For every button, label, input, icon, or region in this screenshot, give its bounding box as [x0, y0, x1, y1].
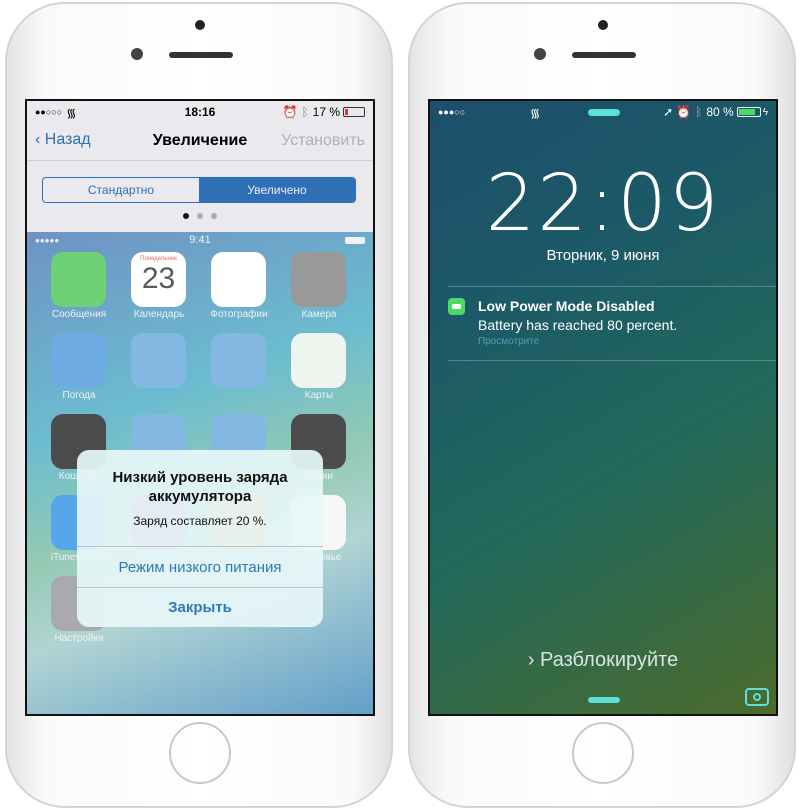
nav-bar: ‹ Назад Увеличение Установить: [27, 123, 373, 161]
unlock-label: Разблокируйте: [540, 649, 679, 671]
status-bar: ●●○○○ ᯾ 18:16 ⏰ ᛒ 17 %: [27, 101, 373, 123]
lock-screen: ●●●○○ ᯾ ➚ ⏰ ᛒ 80 % ϟ 22:09 Вторник, 9 ию…: [428, 99, 778, 716]
page-dot[interactable]: [183, 213, 189, 219]
battery-percent: 80 %: [706, 105, 734, 119]
bottom-handle[interactable]: [588, 697, 620, 703]
notification-title: Low Power Mode Disabled: [478, 298, 655, 314]
left-iphone: ●●○○○ ᯾ 18:16 ⏰ ᛒ 17 % ‹ Назад Увеличени…: [5, 2, 393, 808]
lock-date: Вторник, 9 июня: [546, 247, 660, 264]
signal-indicator: ●●●○○: [438, 107, 466, 117]
battery-icon: [343, 107, 365, 117]
segment-zoomed[interactable]: Увеличено: [199, 178, 355, 202]
display-zoom-segmented-control: Стандартно Увеличено: [42, 177, 356, 203]
sensor: [131, 48, 143, 60]
alert-title: Низкий уровень заряда аккумулятора: [112, 469, 288, 505]
camera-icon[interactable]: [745, 688, 769, 706]
right-iphone: ●●●○○ ᯾ ➚ ⏰ ᛒ 80 % ϟ 22:09 Вторник, 9 ию…: [408, 2, 796, 808]
alarm-icon: ⏰: [676, 105, 692, 119]
low-battery-alert: Низкий уровень заряда аккумулятора Заряд…: [77, 450, 323, 627]
page-dot[interactable]: [211, 213, 217, 219]
sensor: [534, 48, 546, 60]
control-center-handle[interactable]: [588, 109, 620, 116]
slide-to-unlock[interactable]: › Разблокируйте: [430, 649, 776, 672]
home-button[interactable]: [572, 722, 634, 784]
view-action[interactable]: Просмотрите: [478, 336, 539, 347]
left-screen: ●●○○○ ᯾ 18:16 ⏰ ᛒ 17 % ‹ Назад Увеличени…: [25, 99, 375, 716]
chevron-right-icon: ›: [527, 649, 541, 671]
notification-body: Battery has reached 80 percent.: [478, 317, 678, 333]
segment-standard[interactable]: Стандартно: [43, 178, 199, 202]
wifi-icon: ᯾: [530, 105, 541, 120]
earpiece-speaker: [169, 52, 233, 58]
bluetooth-icon: ᛒ: [695, 105, 703, 119]
charging-icon: ϟ: [762, 106, 768, 118]
home-button[interactable]: [169, 722, 231, 784]
front-camera: [598, 20, 608, 30]
alert-message: Заряд составляет 20 %.: [133, 514, 267, 528]
close-button[interactable]: Закрыть: [77, 587, 323, 627]
page-dots: [27, 213, 373, 219]
earpiece-speaker: [572, 52, 636, 58]
notification[interactable]: Low Power Mode Disabled Battery has reac…: [430, 296, 776, 358]
low-power-mode-button[interactable]: Режим низкого питания: [77, 546, 323, 587]
set-button[interactable]: Установить: [281, 132, 365, 150]
location-icon: ➚: [663, 105, 674, 119]
battery-app-icon: [448, 298, 465, 315]
page-dot[interactable]: [197, 213, 203, 219]
lock-time: 22:09: [485, 159, 721, 249]
status-time: 18:16: [184, 105, 216, 119]
divider: [448, 286, 776, 287]
battery-icon: [736, 107, 761, 117]
front-camera: [195, 20, 205, 30]
home-screen-preview: ●●●●● 9:41 Сообщения Понедельник 23 Календа…: [27, 232, 373, 714]
status-bar: ●●●○○ ᯾ ➚ ⏰ ᛒ 80 % ϟ: [430, 101, 776, 123]
divider: [448, 360, 776, 361]
